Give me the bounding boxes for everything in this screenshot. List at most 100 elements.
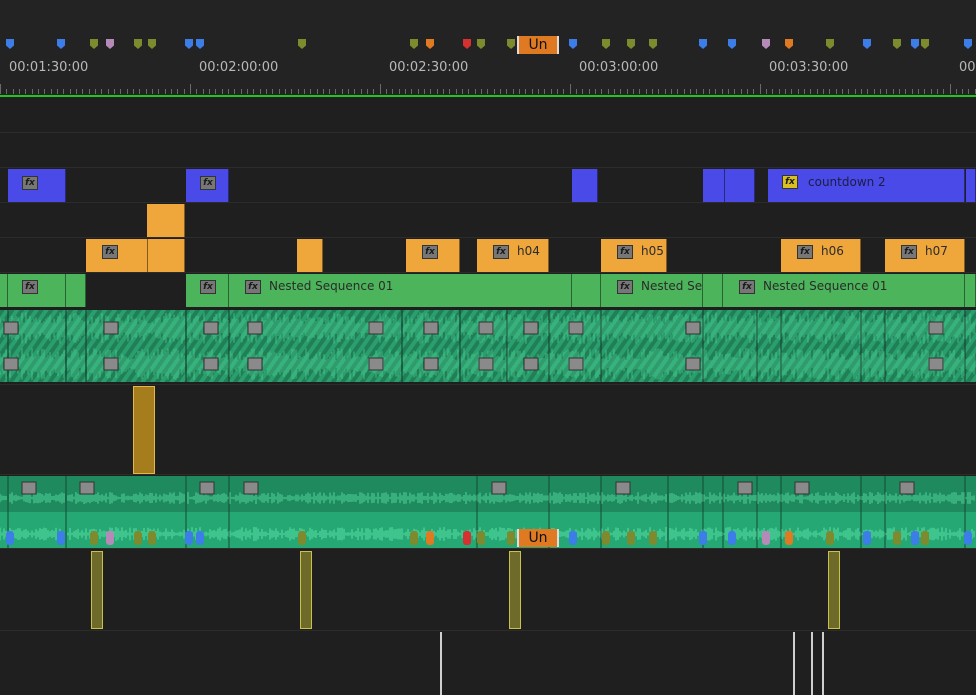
ruler-tick: [101, 89, 102, 94]
marker-icon[interactable]: [602, 39, 610, 49]
marker-icon[interactable]: [477, 39, 485, 49]
video-clip-v1-nested[interactable]: fx Nested Sequence 01: [229, 274, 572, 307]
video-clip-v2[interactable]: fx: [406, 239, 460, 272]
marker-icon[interactable]: [134, 39, 142, 49]
video-clip-v1[interactable]: [66, 274, 86, 307]
marker-icon[interactable]: [185, 39, 193, 49]
video-clip-v1[interactable]: [965, 274, 976, 307]
audio-marker-label[interactable]: Un: [517, 529, 559, 547]
ruler-tick: [912, 89, 913, 94]
marker-icon[interactable]: [699, 39, 707, 49]
ruler-tick: [89, 89, 90, 94]
marker-icon[interactable]: [921, 39, 929, 49]
video-clip-v1-nested[interactable]: fx Nested Se: [601, 274, 703, 307]
ruler-tick: [557, 89, 558, 94]
work-area-bar[interactable]: [0, 95, 976, 97]
ruler-tick: [209, 89, 210, 94]
marker-icon[interactable]: [911, 39, 919, 49]
ruler-tick: [114, 89, 115, 94]
marker-icon[interactable]: [569, 39, 577, 49]
marker-icon[interactable]: [106, 39, 114, 49]
marker-icon[interactable]: [728, 39, 736, 49]
video-clip-v2[interactable]: fx h06: [781, 239, 861, 272]
video-clip-v1[interactable]: fx: [8, 274, 66, 307]
audio-keyframe-clip[interactable]: [91, 551, 103, 629]
time-ruler[interactable]: Un 00:01:30:00 00:02:00:00 00:02:30:00 0…: [0, 0, 976, 98]
ruler-tick: [722, 89, 723, 94]
video-clip-v4[interactable]: [572, 169, 598, 202]
marker-label[interactable]: Un: [517, 36, 559, 54]
video-clip-v4[interactable]: [725, 169, 755, 202]
fx-badge-icon: fx: [493, 245, 509, 259]
ruler-tick: [323, 89, 324, 94]
marker-icon[interactable]: [762, 39, 770, 49]
video-clip-v1-nested[interactable]: fx Nested Sequence 01: [723, 274, 965, 307]
marker-icon[interactable]: [463, 39, 471, 49]
fx-badge-icon: fx: [245, 280, 261, 294]
ruler-tick: [367, 89, 368, 94]
ruler-tick: [785, 89, 786, 94]
ruler-tick: [747, 89, 748, 94]
video-clip-v2[interactable]: fx h04: [477, 239, 549, 272]
video-clip-v2[interactable]: fx: [86, 239, 148, 272]
fx-badge-icon: fx: [200, 176, 216, 190]
ruler-tick: [741, 89, 742, 94]
video-clip-v4[interactable]: [966, 169, 976, 202]
marker-icon[interactable]: [863, 39, 871, 49]
ruler-tick: [513, 89, 514, 94]
audio-keyframe-clip[interactable]: [828, 551, 840, 629]
ruler-tick: [538, 89, 539, 94]
fx-badge-icon: fx: [617, 245, 633, 259]
clip-name: h05: [641, 244, 664, 258]
video-clip-v1[interactable]: [572, 274, 601, 307]
track-divider: [0, 548, 976, 549]
marker-icon[interactable]: [6, 39, 14, 49]
video-clip-v4[interactable]: fx: [186, 169, 229, 202]
ruler-tick: [709, 89, 710, 94]
audio-keyframe-clip[interactable]: [509, 551, 521, 629]
marker-icon[interactable]: [148, 39, 156, 49]
ruler-tick: [899, 89, 900, 94]
marker-icon[interactable]: [785, 39, 793, 49]
ruler-tick: [298, 89, 299, 94]
ruler-tick: [684, 89, 685, 94]
ruler-tick: [601, 89, 602, 94]
fx-badge-icon: fx: [22, 176, 38, 190]
ruler-tick: [19, 89, 20, 94]
video-clip-v1[interactable]: [0, 274, 8, 307]
ruler-tick: [63, 89, 64, 94]
video-clip-v4-countdown[interactable]: fx countdown 2: [768, 169, 965, 202]
ruler-tick: [405, 89, 406, 94]
video-clip-v2[interactable]: fx h05: [601, 239, 667, 272]
ruler-tick: [633, 89, 634, 94]
marker-icon[interactable]: [627, 39, 635, 49]
video-clip-v1[interactable]: fx: [186, 274, 229, 307]
video-clip-v4[interactable]: fx: [8, 169, 66, 202]
marker-icon[interactable]: [649, 39, 657, 49]
marker-icon[interactable]: [90, 39, 98, 49]
ruler-tick: [348, 89, 349, 94]
ruler-tick: [874, 89, 875, 94]
ruler-tick: [279, 89, 280, 94]
marker-icon[interactable]: [196, 39, 204, 49]
video-clip-v1[interactable]: [703, 274, 723, 307]
video-clip-v2[interactable]: fx h07: [885, 239, 965, 272]
timecode-label: 00:02:00:00: [199, 60, 279, 75]
marker-icon[interactable]: [893, 39, 901, 49]
marker-icon[interactable]: [410, 39, 418, 49]
video-clip-v4[interactable]: [703, 169, 725, 202]
video-clip-v2[interactable]: [297, 239, 323, 272]
adjustment-clip[interactable]: [133, 386, 155, 474]
marker-icon[interactable]: [426, 39, 434, 49]
marker-icon[interactable]: [298, 39, 306, 49]
audio-keyframe-clip[interactable]: [300, 551, 312, 629]
edit-line: [793, 632, 795, 695]
marker-icon[interactable]: [964, 39, 972, 49]
marker-icon[interactable]: [507, 39, 515, 49]
ruler-tick: [855, 89, 856, 94]
video-clip-v2[interactable]: [148, 239, 185, 272]
video-clip-v3[interactable]: [147, 204, 185, 237]
marker-icon[interactable]: [826, 39, 834, 49]
marker-icon[interactable]: [57, 39, 65, 49]
ruler-tick: [861, 89, 862, 94]
